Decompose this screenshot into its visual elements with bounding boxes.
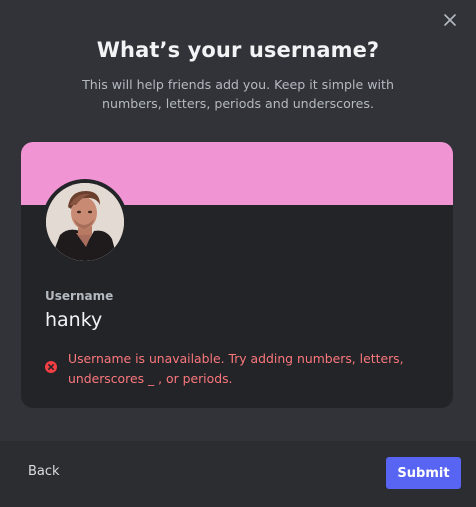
modal-subtitle: This will help friends add you. Keep it …: [82, 77, 394, 111]
submit-button[interactable]: Submit: [386, 457, 461, 489]
error-message: Username is unavailable. Try adding numb…: [68, 351, 404, 386]
username-label: Username: [45, 289, 114, 303]
avatar: [42, 179, 128, 265]
username-value: hanky: [45, 309, 103, 331]
username-modal: What’s your username? This will help fri…: [0, 0, 476, 507]
modal-title: What’s your username?: [96, 38, 380, 62]
modal-footer: Back Submit: [0, 441, 476, 507]
profile-card: Username hanky Username is unavailable. …: [21, 142, 453, 408]
avatar-image: [46, 183, 124, 261]
close-icon[interactable]: [442, 12, 458, 28]
back-button[interactable]: Back: [28, 464, 60, 479]
error-circle-x-icon: [45, 358, 57, 373]
